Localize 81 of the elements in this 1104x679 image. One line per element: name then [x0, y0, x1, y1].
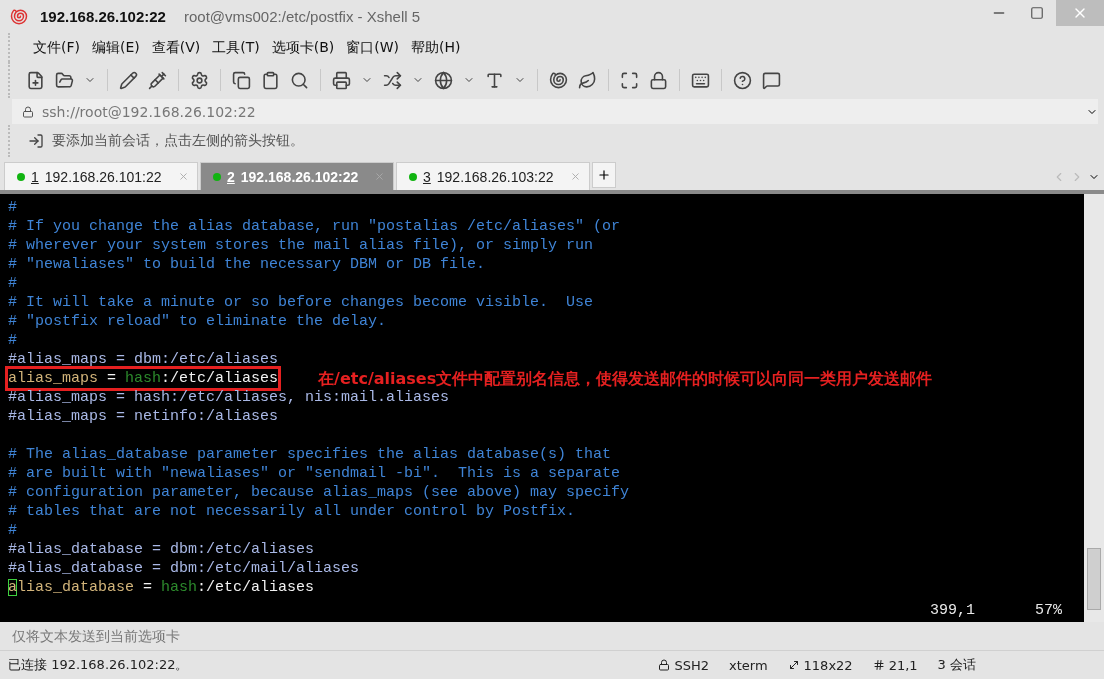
cursor-position: 399,1 [929, 601, 975, 620]
code-line: # The alias_database parameter specifies the alias database(s) that [8, 445, 612, 464]
syringe-icon[interactable] [148, 70, 167, 90]
scroll-percent: 57% [1035, 601, 1062, 620]
highlighted-code-line: alias_maps = hash:/etc/aliases [8, 369, 279, 388]
menu-item[interactable]: 帮助(H) [406, 38, 466, 57]
protocol-text: SSH2 [674, 657, 709, 673]
terminal-type: xterm [729, 657, 768, 673]
menu-item[interactable]: 编辑(E) [87, 38, 145, 57]
cursor-status: 21,1 [888, 657, 918, 673]
fullscreen-icon[interactable] [620, 70, 639, 90]
session-tab[interactable]: 3 192.168.26.103:22 [396, 162, 590, 190]
address-text: ssh://root@192.168.26.102:22 [42, 103, 256, 120]
menu-item[interactable]: 选项卡(B) [266, 38, 340, 57]
cursor-icon [872, 659, 885, 671]
leaf-icon[interactable] [578, 70, 597, 90]
status-dot-icon [409, 172, 417, 181]
code-line: #alias_maps = netinfo:/aliases [8, 407, 279, 426]
tab-label: 192.168.26.101:22 [44, 168, 162, 185]
code-line: # "newaliases" to build the necessary DBM or DB file. [8, 255, 486, 274]
lock-icon [22, 105, 34, 118]
menu-item[interactable]: 工具(T) [207, 38, 265, 57]
code-line: #alias_maps = dbm:/etc/aliases [8, 350, 279, 369]
menu-item[interactable]: 窗口(W) [341, 38, 405, 57]
status-dot-icon [17, 172, 25, 181]
printer-icon[interactable] [332, 70, 351, 90]
tab-label: 192.168.26.102:22 [240, 168, 359, 185]
code-line: #alias_maps = hash:/etc/aliases, nis:mail.aliases [8, 388, 450, 407]
pencil-icon[interactable] [119, 70, 138, 90]
swirl-icon[interactable] [549, 70, 568, 90]
code-line: # If you change the alias database, run "postalias /etc/aliases" (or [8, 217, 621, 236]
maximize-icon[interactable] [1030, 6, 1044, 20]
help-icon[interactable] [733, 70, 752, 90]
tab-number: 1 [31, 168, 39, 185]
window-title: root@vms002:/etc/postfix - Xshell 5 [183, 8, 421, 25]
code-line: # [8, 274, 17, 293]
address-field[interactable]: ssh://root@192.168.26.102:22 [12, 99, 1098, 124]
terminal-size: 118x22 [803, 657, 853, 673]
plus-icon [597, 168, 611, 182]
copy-icon[interactable] [232, 70, 251, 90]
compose-field[interactable]: 仅将文本发送到当前选项卡 [10, 627, 1104, 645]
lock-icon [658, 659, 671, 671]
keyboard-icon[interactable] [691, 70, 710, 90]
search-icon[interactable] [290, 70, 309, 90]
code-line: # [8, 521, 17, 540]
menu-item[interactable]: 文件(F) [28, 38, 85, 57]
new-tab-button[interactable] [592, 162, 616, 188]
code-line: # [8, 198, 17, 217]
settings-icon[interactable] [190, 70, 209, 90]
add-session-icon[interactable] [28, 133, 44, 149]
session-tab[interactable]: 1 192.168.26.101:22 [4, 162, 198, 190]
new-session-icon[interactable] [26, 70, 45, 90]
code-line: # "postfix reload" to eliminate the delay. [8, 312, 387, 331]
transfer-icon[interactable] [383, 70, 402, 90]
chat-icon[interactable] [762, 70, 781, 90]
session-title: 192.168.26.102:22 [40, 8, 166, 25]
connection-status: 已连接 192.168.26.102:22。 [8, 656, 189, 674]
code-line: # are built with "newaliases" or "sendmail -bi". This is a separate [8, 464, 621, 483]
code-line: # configuration parameter, because alias_maps (see above) may specify [8, 483, 630, 502]
scrollbar[interactable] [1084, 194, 1104, 622]
globe-icon[interactable] [434, 70, 453, 90]
code-line: # It will take a minute or so before changes become visible. Use [8, 293, 594, 312]
code-line: #alias_database = dbm:/etc/aliases [8, 540, 315, 559]
code-line: # [8, 331, 17, 350]
tab-label: 192.168.26.103:22 [436, 168, 554, 185]
session-count: 3 会话 [937, 656, 976, 674]
font-icon[interactable] [485, 70, 504, 90]
code-line: # wherever your system stores the mail alias file), or simply run [8, 236, 594, 255]
folder-icon[interactable] [55, 70, 74, 90]
hint-text: 要添加当前会话，点击左侧的箭头按钮。 [52, 132, 304, 150]
code-line: # tables that are not necessarily all under control by Postfix. [8, 502, 576, 521]
tab-number: 3 [423, 168, 431, 185]
tab-number: 2 [227, 168, 235, 185]
lock-icon[interactable] [649, 70, 668, 90]
code-line: #alias_database = dbm:/etc/mail/aliases [8, 559, 360, 578]
menu-item[interactable]: 查看(V) [146, 38, 206, 57]
annotation-text: 在/etc/aliases文件中配置别名信息，使得发送邮件的时候可以向同一类用户发送邮件 [318, 369, 933, 388]
status-dot-icon [213, 172, 221, 181]
app-logo-icon [10, 7, 28, 26]
resize-icon [787, 659, 800, 671]
paste-icon[interactable] [261, 70, 280, 90]
